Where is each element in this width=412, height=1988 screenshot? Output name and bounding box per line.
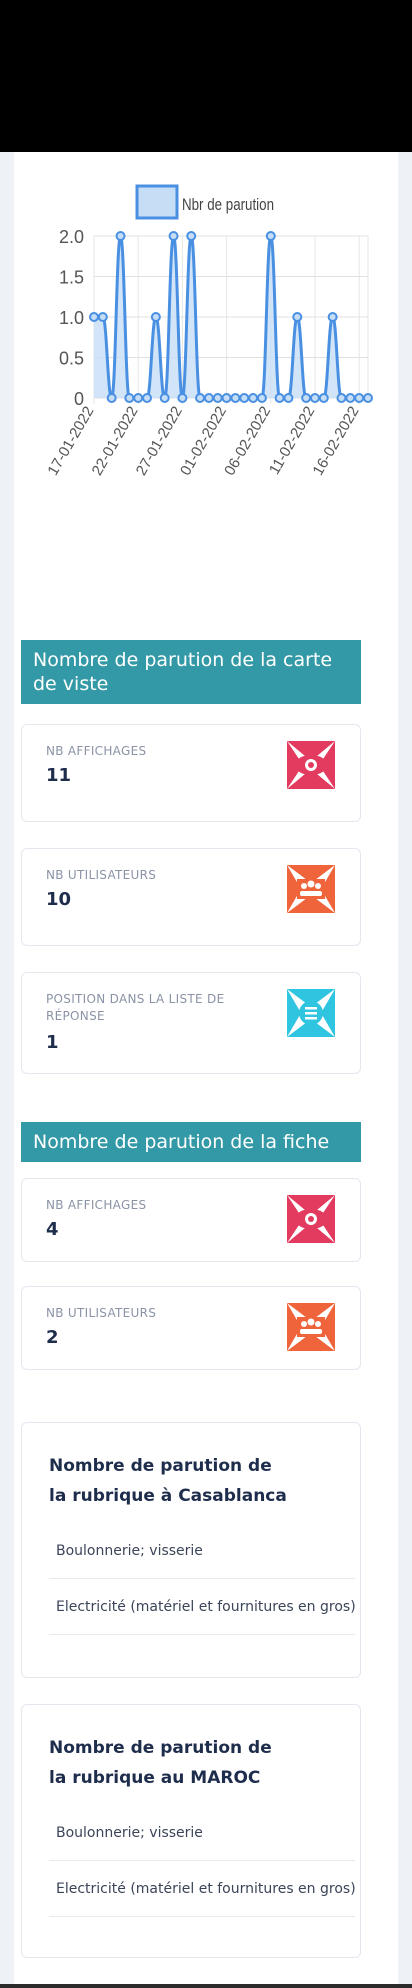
- rubrique-item[interactable]: Boulonnerie; visserie: [49, 1543, 355, 1559]
- stat-label: NB AFFICHAGES: [46, 744, 147, 758]
- stat-label: NB AFFICHAGES: [46, 1198, 147, 1212]
- divider: [49, 1860, 355, 1861]
- fiche-stat-affichages-card: NB AFFICHAGES 4: [21, 1178, 361, 1262]
- data-point[interactable]: [212, 393, 223, 403]
- rubrique-maroc-title: Nombre de parution de la rubrique au MAR…: [49, 1738, 272, 1788]
- data-point[interactable]: [363, 393, 373, 403]
- y-tick-label: 0.5: [59, 349, 84, 369]
- rubrique-maroc-card: Nombre de parution de la rubrique au MAR…: [21, 1704, 361, 1958]
- stat-value: 11: [46, 765, 72, 786]
- stat-label: NB UTILISATEURS: [46, 868, 157, 882]
- rubrique-item[interactable]: Boulonnerie; visserie: [49, 1825, 355, 1841]
- data-point[interactable]: [195, 393, 206, 403]
- data-point[interactable]: [327, 312, 338, 322]
- data-point[interactable]: [203, 393, 214, 403]
- users-icon: [287, 865, 335, 913]
- data-point[interactable]: [292, 312, 303, 322]
- data-point[interactable]: [283, 393, 294, 403]
- stat-label: POSITION DANS LA LISTE DE RÉPONSE: [46, 992, 225, 1023]
- data-point[interactable]: [115, 231, 126, 241]
- data-point[interactable]: [124, 393, 135, 403]
- rubrique-item[interactable]: Electricité (matériel et fournitures en …: [49, 1881, 355, 1897]
- carte-stat-utilisateurs-card: NB UTILISATEURS 10: [21, 848, 361, 946]
- data-point[interactable]: [309, 393, 320, 403]
- rubrique-casablanca-card: Nombre de parution de la rubrique à Casa…: [21, 1422, 361, 1678]
- data-point[interactable]: [97, 312, 108, 322]
- rubrique-casablanca-title: Nombre de parution de la rubrique à Casa…: [49, 1456, 287, 1506]
- carte-stat-affichages-card: NB AFFICHAGES 11: [21, 724, 361, 822]
- y-tick-label: 2.0: [59, 227, 84, 247]
- data-point[interactable]: [239, 393, 250, 403]
- data-point[interactable]: [142, 393, 153, 403]
- carte-section-header: Nombre de parution de la carte de viste: [21, 640, 361, 704]
- users-icon: [287, 1303, 335, 1351]
- data-point[interactable]: [256, 393, 267, 403]
- data-point[interactable]: [177, 393, 188, 403]
- data-point[interactable]: [274, 393, 285, 403]
- data-point[interactable]: [89, 312, 99, 322]
- stat-value: 10: [46, 889, 72, 910]
- data-point[interactable]: [133, 393, 144, 403]
- data-point[interactable]: [336, 393, 347, 403]
- data-point[interactable]: [168, 231, 179, 241]
- right-gutter: [398, 152, 412, 1988]
- data-point[interactable]: [150, 312, 161, 322]
- data-point[interactable]: [221, 393, 232, 403]
- data-point[interactable]: [301, 393, 312, 403]
- rubrique-item[interactable]: Electricité (matériel et fournitures en …: [49, 1599, 355, 1615]
- fiche-stat-utilisateurs-card: NB UTILISATEURS 2: [21, 1286, 361, 1370]
- eye-icon: [287, 741, 335, 789]
- y-tick-label: 1.5: [59, 268, 84, 288]
- top-header-bar: [0, 0, 412, 152]
- stat-value: 1: [46, 1032, 59, 1053]
- data-point[interactable]: [345, 393, 356, 403]
- data-point[interactable]: [248, 393, 259, 403]
- legend-swatch[interactable]: [135, 184, 179, 220]
- bottom-border: [0, 1984, 412, 1988]
- eye-icon: [287, 1195, 335, 1243]
- y-tick-label: 1.0: [59, 308, 84, 328]
- data-point[interactable]: [106, 393, 117, 403]
- stat-label: NB UTILISATEURS: [46, 1306, 157, 1320]
- divider: [49, 1578, 355, 1579]
- data-point[interactable]: [354, 393, 365, 403]
- carte-stat-position-card: POSITION DANS LA LISTE DE RÉPONSE 1: [21, 972, 361, 1074]
- stat-value: 4: [46, 1219, 59, 1240]
- data-point[interactable]: [318, 393, 329, 403]
- legend-label: Nbr de parution: [182, 195, 274, 214]
- list-icon: [287, 989, 335, 1037]
- divider: [49, 1634, 355, 1635]
- data-point[interactable]: [186, 231, 197, 241]
- stat-value: 2: [46, 1327, 59, 1348]
- x-tick-label: 16-02-2022: [310, 404, 363, 479]
- data-point[interactable]: [265, 231, 276, 241]
- fiche-section-header: Nombre de parution de la fiche: [21, 1122, 361, 1162]
- parution-chart-card: Nbr de parution 0 0.5 1.0 1.5 2.0 17-01-2022…: [14, 152, 398, 580]
- parution-line-chart: Nbr de parution 00.51.01.52.0 17-01-2022…: [44, 184, 373, 479]
- data-point[interactable]: [159, 393, 170, 403]
- data-point[interactable]: [230, 393, 241, 403]
- divider: [49, 1916, 355, 1917]
- left-gutter: [0, 152, 14, 1988]
